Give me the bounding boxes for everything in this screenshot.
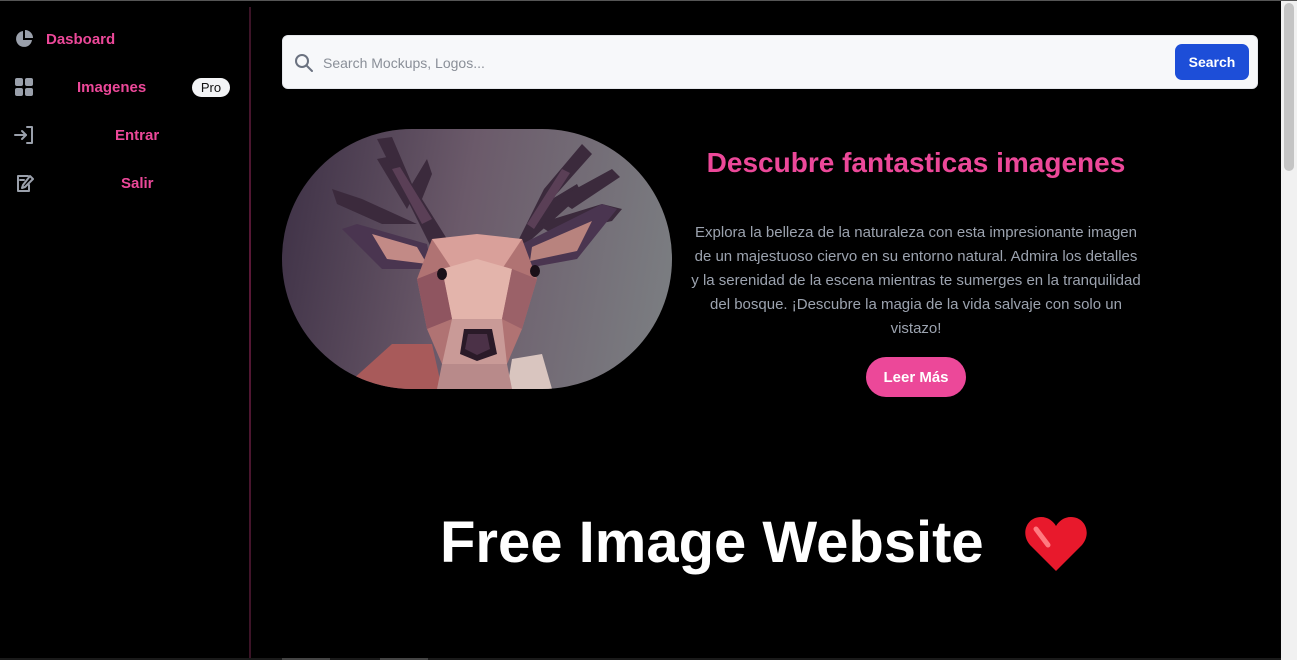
hero-description: Explora la belleza de la naturaleza con …	[691, 224, 1141, 337]
sidebar-divider	[249, 7, 251, 660]
low-poly-deer-image	[282, 129, 672, 389]
read-more-button[interactable]: Leer Más	[866, 357, 966, 397]
app-window: Dasboard Imagenes Pro Entrar Salir Searc…	[0, 0, 1297, 660]
sidebar-item-salir[interactable]: Salir	[0, 167, 250, 199]
red-heart-icon	[1024, 515, 1088, 573]
footer-banner-title: Free Image Website	[440, 510, 984, 575]
pie-chart-icon	[13, 28, 35, 50]
scrollbar-thumb[interactable]	[1284, 3, 1294, 171]
sidebar-item-imagenes[interactable]: Imagenes Pro	[0, 71, 250, 103]
hero-title: Descubre fantasticas imagenes	[706, 147, 1126, 178]
search-input[interactable]	[323, 50, 1163, 76]
search-button[interactable]: Search	[1175, 44, 1249, 80]
search-bar: Search	[282, 35, 1258, 89]
search-icon	[294, 53, 314, 73]
sidebar-item-label: Salir	[121, 174, 154, 192]
sidebar-item-dasboard[interactable]: Dasboard	[0, 23, 250, 55]
sidebar-item-label: Entrar	[115, 126, 160, 144]
sidebar-item-label: Imagenes	[77, 78, 147, 96]
edit-document-icon	[13, 172, 35, 194]
grid-icon	[13, 76, 35, 98]
login-icon	[13, 124, 35, 146]
pro-badge: Pro	[192, 78, 230, 97]
sidebar-item-entrar[interactable]: Entrar	[0, 119, 250, 151]
sidebar: Dasboard Imagenes Pro Entrar Salir	[0, 1, 250, 660]
sidebar-item-label: Dasboard	[46, 30, 116, 48]
